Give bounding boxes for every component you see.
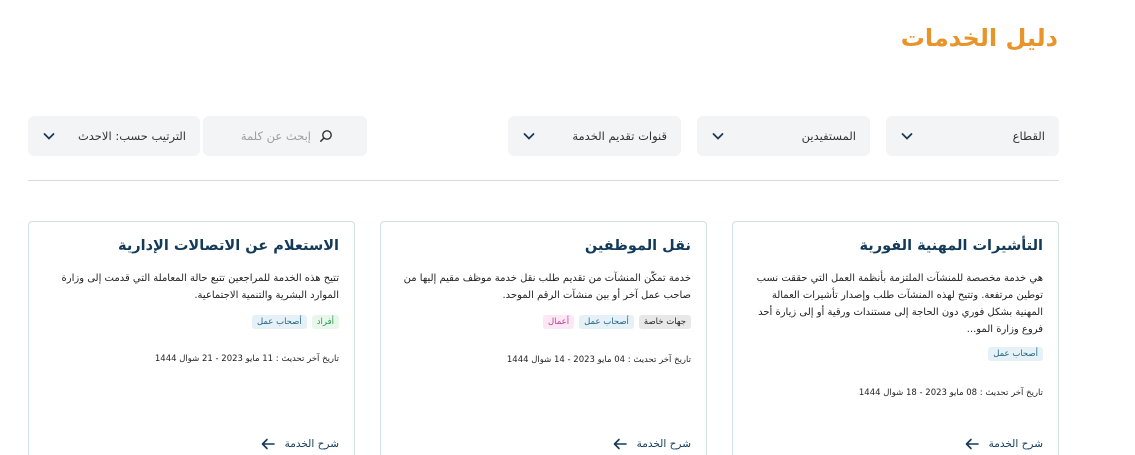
arrow-left-icon: [965, 438, 979, 450]
card-title[interactable]: الاستعلام عن الاتصالات الإدارية: [41, 238, 339, 254]
beneficiaries-label: المستفيدين: [801, 129, 856, 143]
arrow-left-icon: [261, 438, 275, 450]
tag: أفراد: [311, 315, 339, 329]
chevron-down-icon: [42, 129, 56, 143]
explain-service-link[interactable]: شرح الخدمة: [965, 438, 1043, 450]
sector-label: القطاع: [1012, 129, 1045, 143]
channels-dropdown[interactable]: قنوات تقديم الخدمة: [508, 116, 681, 156]
sector-dropdown[interactable]: القطاع: [886, 116, 1059, 156]
arrow-left-icon: [613, 438, 627, 450]
sort-dropdown[interactable]: الترتيب حسب: الاحدث: [28, 116, 200, 156]
tag: أصحاب عمل: [988, 347, 1043, 361]
explain-label: شرح الخدمة: [284, 438, 339, 450]
explain-label: شرح الخدمة: [636, 438, 691, 450]
search-icon: [319, 129, 333, 143]
explain-service-link[interactable]: شرح الخدمة: [261, 438, 339, 450]
divider: [28, 180, 1059, 181]
chevron-down-icon: [711, 129, 725, 143]
page-title: دليل الخدمات: [900, 24, 1058, 52]
explain-service-link[interactable]: شرح الخدمة: [613, 438, 691, 450]
search-input[interactable]: إبحث عن كلمة: [203, 116, 367, 156]
card-description: تتيح هذه الخدمة للمراجعين تتبع حالة المع…: [61, 273, 339, 301]
channels-label: قنوات تقديم الخدمة: [572, 129, 667, 143]
card-title[interactable]: نقل الموظفين: [393, 238, 691, 254]
card-title[interactable]: التأشيرات المهنية الفورية: [745, 238, 1043, 254]
tag: جهات خاصة: [638, 315, 691, 329]
card-tags: أصحاب عمل: [988, 347, 1043, 361]
card-tags: أفراد أصحاب عمل: [251, 315, 339, 329]
tag: أعمال: [542, 315, 575, 329]
explain-label: شرح الخدمة: [988, 438, 1043, 450]
last-updated: تاريخ آخر تحديث : 04 مايو 2023 - 14 شوال…: [506, 355, 691, 365]
tag: أصحاب عمل: [579, 315, 634, 329]
chevron-down-icon: [900, 129, 914, 143]
last-updated: تاريخ آخر تحديث : 11 مايو 2023 - 21 شوال…: [154, 354, 339, 364]
search-placeholder: إبحث عن كلمة: [240, 129, 311, 143]
service-card[interactable]: نقل الموظفين خدمة تمكّن المنشآت من تقديم…: [380, 221, 707, 455]
tag: أصحاب عمل: [251, 315, 307, 329]
service-card[interactable]: التأشيرات المهنية الفورية هي خدمة مخصصة …: [732, 221, 1059, 455]
card-description: خدمة تمكّن المنشآت من تقديم طلب نقل خدمة…: [403, 273, 691, 301]
card-tags: جهات خاصة أصحاب عمل أعمال: [542, 315, 691, 329]
service-card[interactable]: الاستعلام عن الاتصالات الإدارية تتيح هذه…: [28, 221, 355, 455]
last-updated: تاريخ آخر تحديث : 08 مايو 2023 - 18 شوال…: [858, 388, 1043, 398]
card-description: هي خدمة مخصصة للمنشآت الملتزمة بأنظمة ال…: [756, 273, 1043, 335]
sort-label: الترتيب حسب: الاحدث: [77, 129, 186, 143]
beneficiaries-dropdown[interactable]: المستفيدين: [697, 116, 870, 156]
chevron-down-icon: [522, 129, 536, 143]
